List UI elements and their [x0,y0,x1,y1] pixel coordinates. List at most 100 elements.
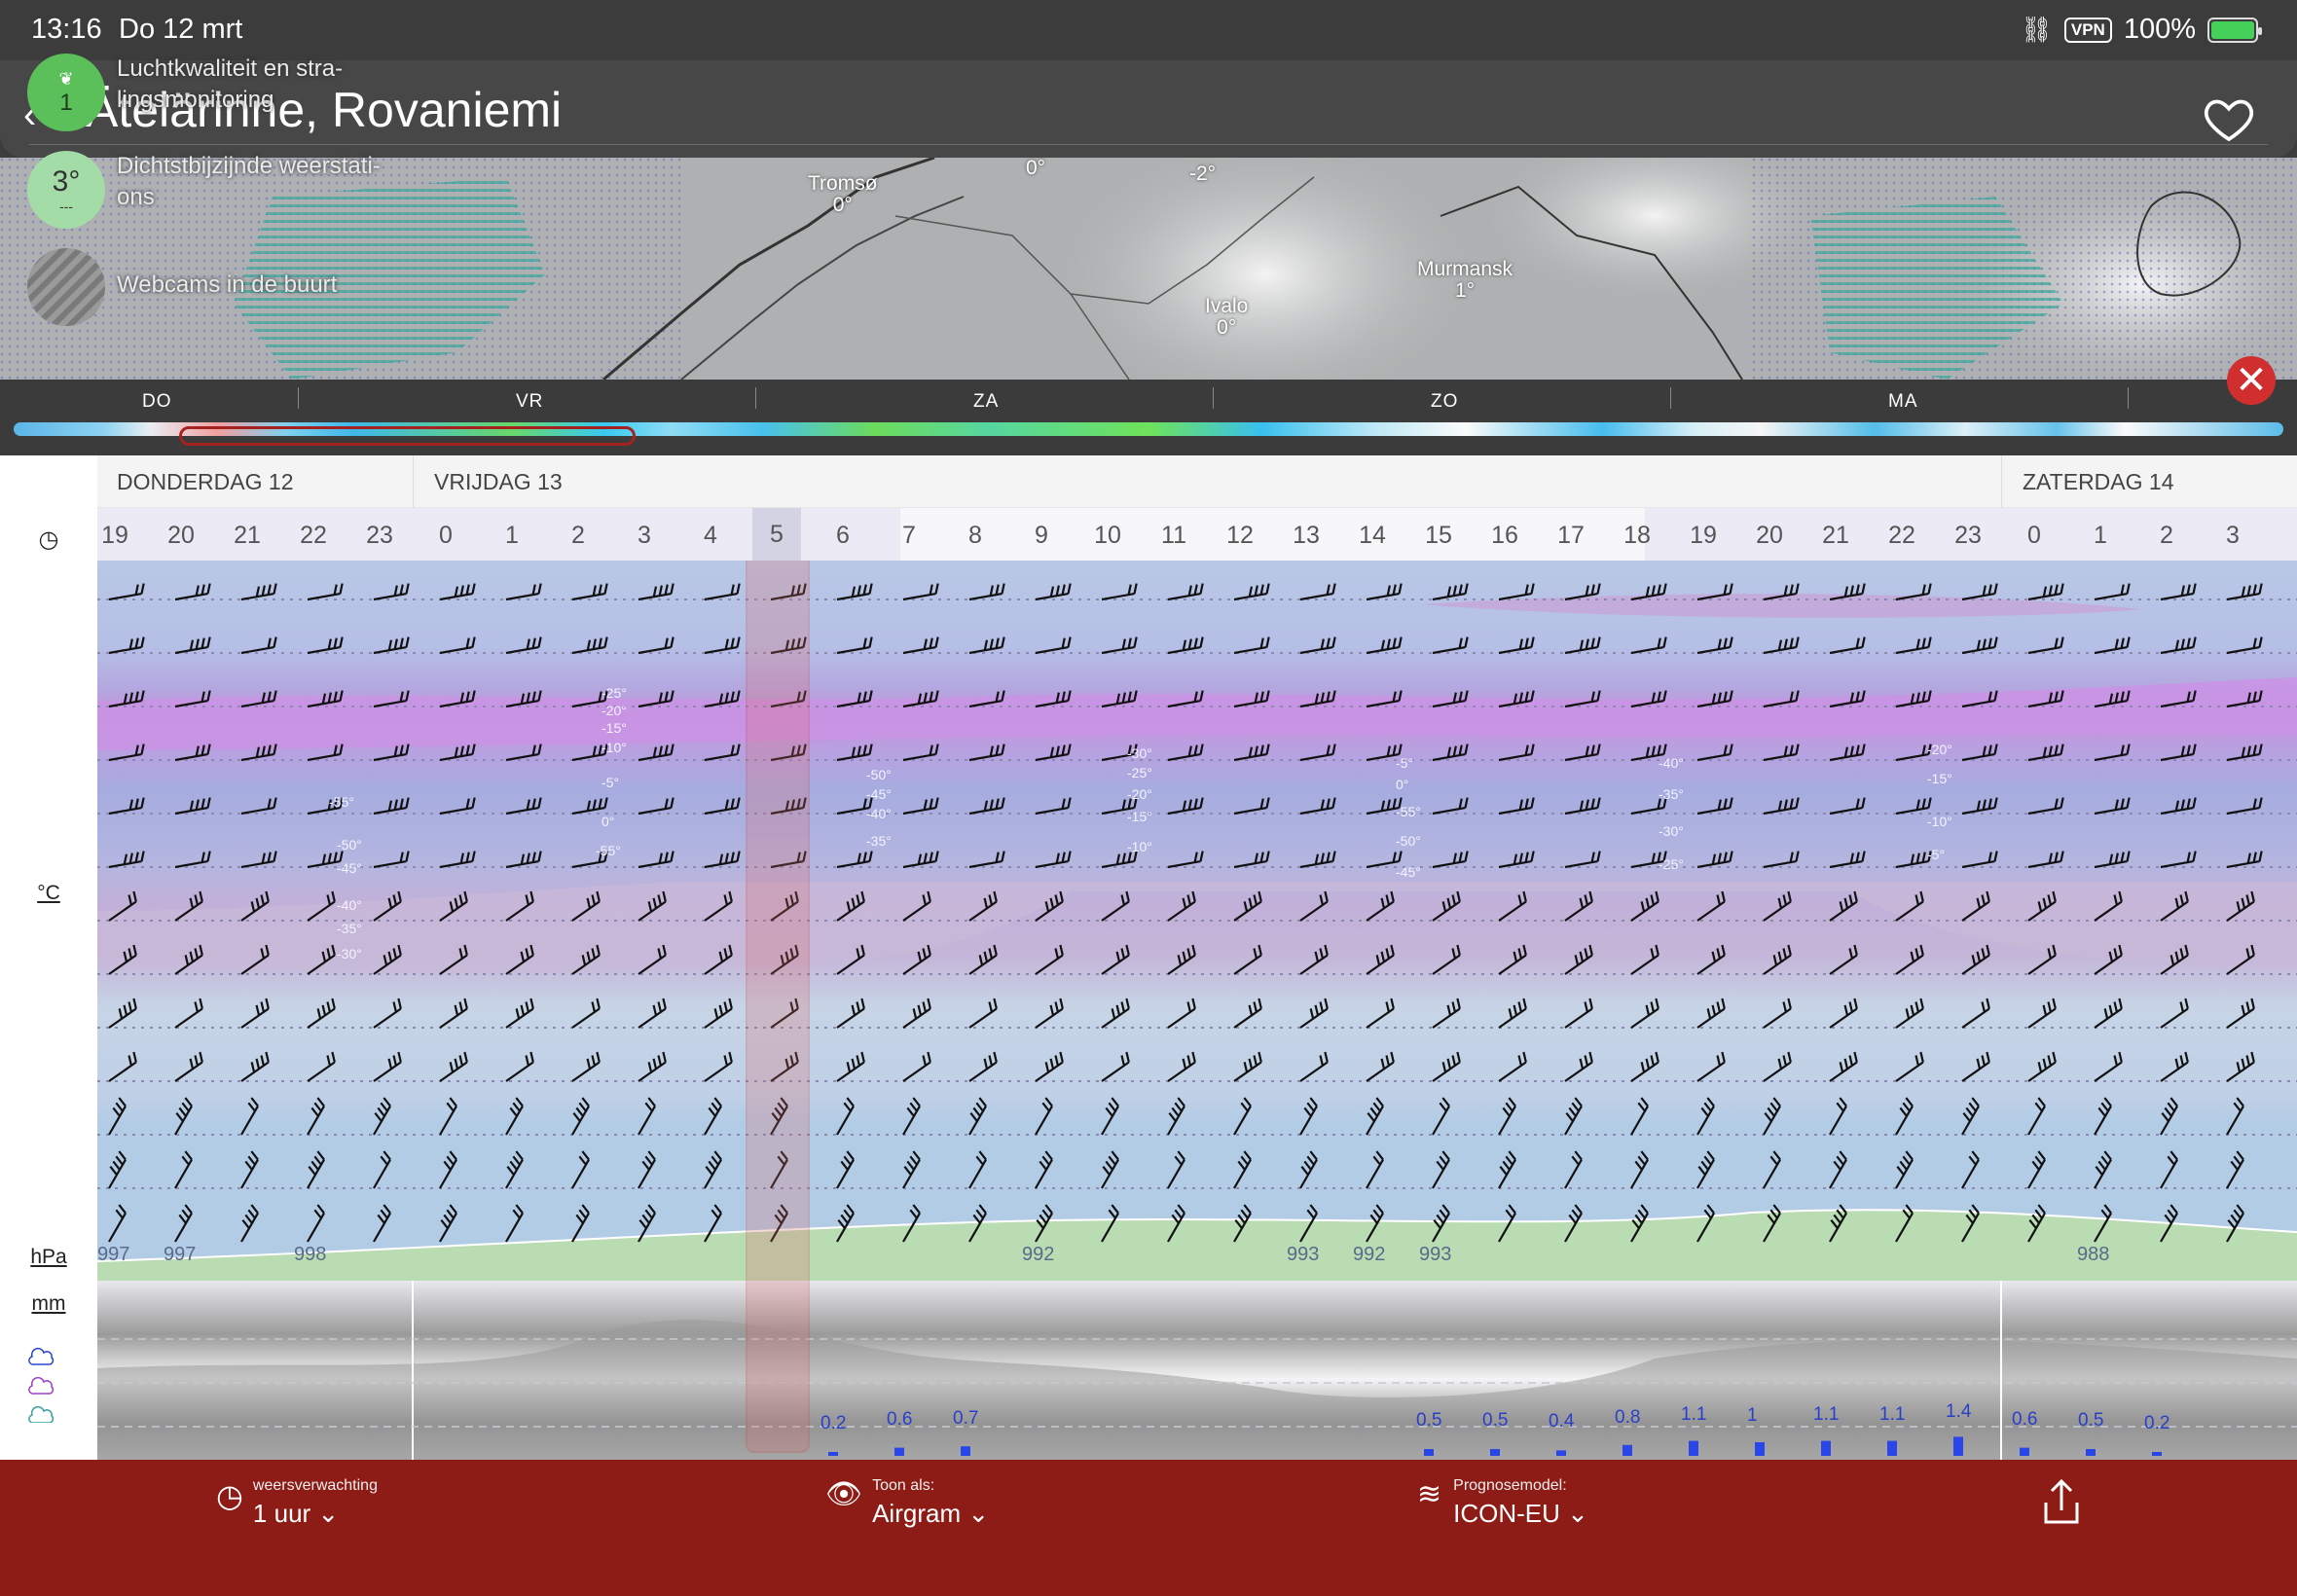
timeline-day[interactable]: ZA [973,391,999,413]
hour-label: 16 [1491,522,1518,549]
isotherm-label: -25° [1659,856,1684,872]
display-mode-selector[interactable]: 👁 Toon als: Airgram ⌄ [825,1477,989,1529]
map-temp-label[interactable]: 0° [1026,158,1045,179]
precip-value: 1.1 [1681,1404,1707,1425]
precip-value: 0.5 [1416,1410,1442,1431]
isotherm-label: -30° [1659,823,1684,839]
precip-value: 1.1 [1879,1404,1906,1425]
isotherm-label: -50° [1396,833,1421,849]
hour-label: 5 [752,508,801,561]
status-right: ⛓ VPN 100% [2020,14,2262,46]
close-icon[interactable]: ✕ [2227,356,2276,405]
chevron-down-icon: ⌄ [967,1499,990,1528]
unit-precipitation[interactable]: mm [0,1292,97,1316]
webcams-item[interactable]: Webcams in de buurt [27,248,409,326]
hour-label: 7 [902,522,916,549]
precip-bar [1887,1440,1897,1456]
header-divider [29,144,2268,145]
hour-label: 19 [1690,522,1717,549]
chevron-down-icon: ⌄ [1567,1499,1588,1528]
pressure-label: 992 [1022,1244,1055,1265]
precip-bar [1556,1450,1566,1456]
map-city-murmansk[interactable]: Murmansk 1° [1417,259,1513,302]
isotherm-label: -45° [337,860,362,876]
timeline-day[interactable]: VR [516,391,543,413]
isotherm-label: -55° [596,843,621,858]
forecast-model-selector[interactable]: ≋ Prognosemodel: ICON-EU ⌄ [1417,1477,1588,1529]
precip-value: 0.6 [2012,1409,2038,1430]
hour-label: 11 [1161,522,1186,549]
hour-label: 12 [1226,522,1254,549]
nearest-station-item[interactable]: 3° --- Dichtstbijzijnde weerstati-ons [27,151,409,229]
status-bar: 13:16 Do 12 mrt ⛓ VPN 100% [0,0,2297,60]
precip-bar [1953,1436,1963,1456]
unit-column: ◷ °C hPa mm [0,455,97,1460]
isotherm-label: -5° [1927,847,1946,862]
vpn-badge: VPN [2063,17,2112,43]
unit-temperature[interactable]: °C [0,882,97,905]
map-city-ivalo[interactable]: Ivalo 0° [1205,296,1248,339]
isotherm-label: -40° [866,806,892,821]
layers-icon: ≋ [1417,1478,1442,1510]
timeline-separator [755,387,756,409]
precip-bar [1622,1444,1632,1456]
unit-pressure[interactable]: hPa [0,1246,97,1269]
precip-bar [2086,1449,2096,1456]
isotherm-label: -45° [1396,864,1421,880]
heart-icon[interactable] [2202,91,2256,146]
precip-bar [1424,1449,1434,1456]
isotherm-label: -15° [602,720,627,736]
hour-label: 20 [167,522,195,549]
hour-label: 22 [300,522,327,549]
precip-bar [1490,1449,1500,1456]
timeline-separator [2128,387,2129,409]
nearest-station-label: Dichtstbijzijnde weerstati-ons [117,153,381,210]
isotherm-label: -50° [337,837,362,852]
timeline-separator [298,387,299,409]
share-icon[interactable] [2038,1477,2085,1528]
isotherm-label: -20° [1927,742,1952,757]
status-date: Do 12 mrt [119,14,243,45]
day-header: DONDERDAG 12 [117,469,294,494]
hour-label: 23 [1954,522,1982,549]
isotherm-label: -25° [1127,765,1152,780]
precip-bar [1821,1440,1831,1456]
timeline-selection[interactable] [179,426,636,446]
battery-percent: 100% [2123,14,2196,45]
forecast-interval-selector[interactable]: ◷ weersverwachting 1 uur ⌄ [216,1477,378,1529]
precip-value: 0.5 [2078,1410,2104,1431]
day-header: ZATERDAG 14 [2023,469,2174,494]
hour-label: 14 [1359,522,1386,549]
airgram-chart[interactable]: ◷ °C hPa mm DONDERDAG 12 VRIJDAG 13 ZATE… [0,455,2297,1460]
status-time: 13:16 [31,14,102,45]
eye-icon: 👁 [825,1478,863,1510]
day-divider [413,455,414,508]
precip-value: 1.1 [1813,1404,1840,1425]
precip-bar [2152,1452,2162,1456]
hour-label: 22 [1888,522,1915,549]
timeline-separator [1670,387,1671,409]
precip-bar [961,1446,970,1456]
daylight-band [900,508,1645,561]
precip-value: 0.2 [820,1413,847,1433]
hour-label: 18 [1623,522,1651,549]
air-quality-item[interactable]: ❦ 1 Luchtkwaliteit en stra-lingsmonitori… [27,54,409,131]
timeline-day[interactable]: MA [1888,391,1918,413]
isotherm-label: -35° [866,833,892,849]
pressure-label: 993 [1287,1244,1320,1265]
battery-icon [2207,17,2262,43]
timeline-separator [1213,387,1214,409]
map-city-tromso[interactable]: Tromsø 0° [808,173,878,216]
isotherm-label: -5° [602,775,620,790]
hour-label: 23 [366,522,393,549]
map-temp-label[interactable]: -2° [1189,163,1216,185]
hour-label: 2 [2160,522,2173,549]
isotherm-label: -20° [602,703,627,718]
hour-label: 21 [234,522,261,549]
hour-label: 19 [101,522,128,549]
timeline-day[interactable]: ZO [1431,391,1458,413]
timeline-day[interactable]: DO [142,391,172,413]
link-icon: ⛓ [2020,15,2053,44]
leaf-icon: ❦ [58,68,74,89]
isotherm-label: -35° [1659,786,1684,802]
